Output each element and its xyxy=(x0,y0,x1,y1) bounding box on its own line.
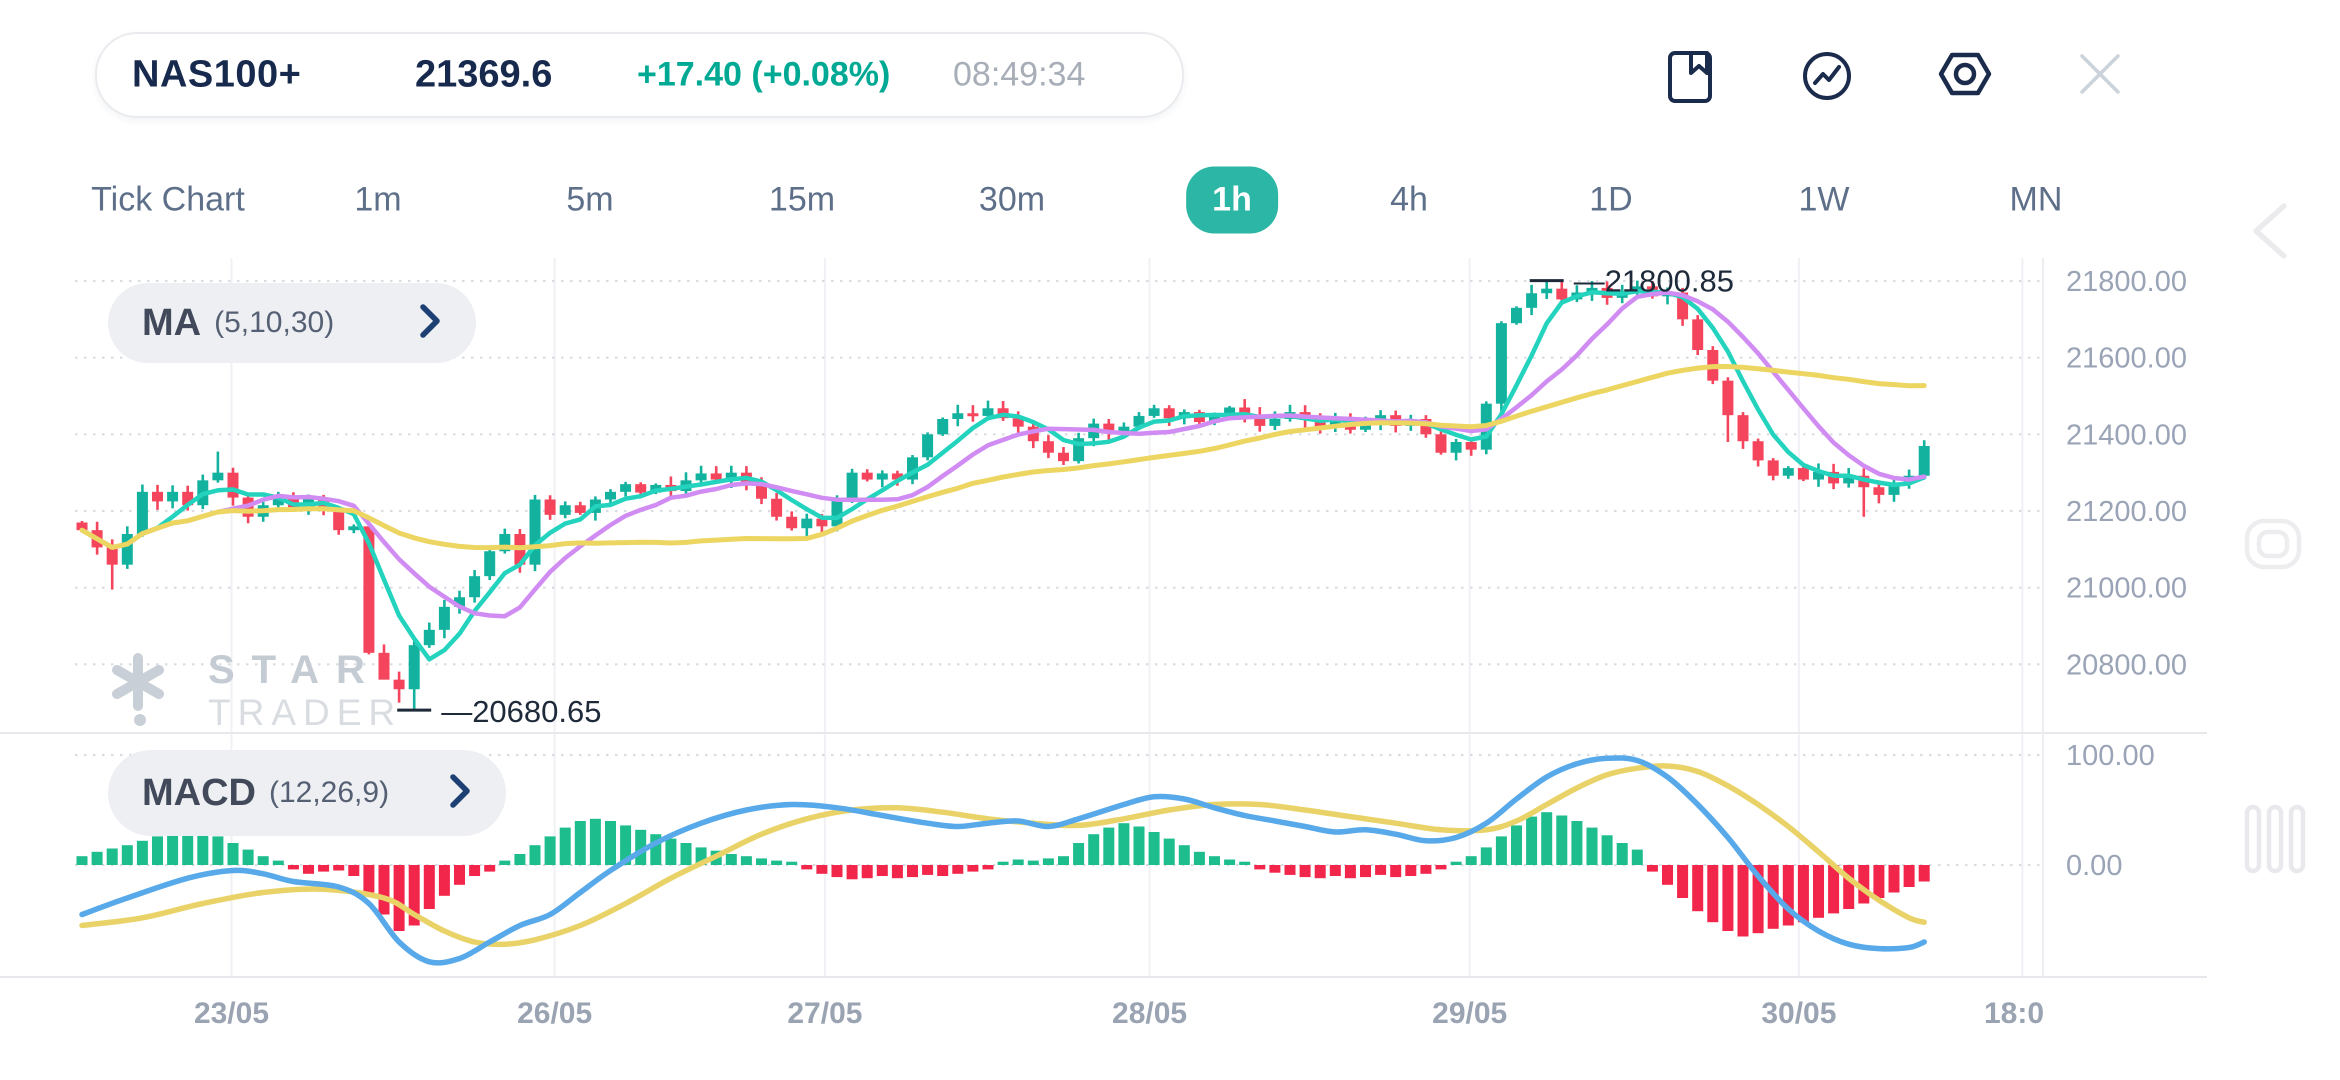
price-axis-label: 21600.00 xyxy=(2066,343,2187,375)
close-icon[interactable] xyxy=(2076,50,2124,103)
watermark-line2: TRADER xyxy=(208,692,402,734)
chevron-right-icon xyxy=(448,771,472,816)
tab-15m[interactable]: 15m xyxy=(769,181,835,220)
broker-watermark: STAR TRADER xyxy=(100,648,402,734)
price-axis-label: 21400.00 xyxy=(2066,419,2187,451)
date-label: 23/05 xyxy=(194,997,269,1030)
ma-params: (5,10,30) xyxy=(214,306,334,340)
tab-1m[interactable]: 1m xyxy=(354,181,401,220)
price-change: +17.40 (+0.08%) xyxy=(637,56,890,95)
symbol-header-pill[interactable]: NAS100+ 21369.6 +17.40 (+0.08%) 08:49:34 xyxy=(95,32,1184,118)
server-time: 08:49:34 xyxy=(953,56,1085,95)
frame-icon[interactable] xyxy=(2244,518,2302,575)
tab-30m[interactable]: 30m xyxy=(979,181,1045,220)
collapse-chevron-icon[interactable] xyxy=(2244,200,2302,267)
drawer-bars-icon[interactable] xyxy=(2244,804,2306,879)
price-axis-label: 21000.00 xyxy=(2066,573,2187,605)
date-label: 27/05 xyxy=(787,997,862,1030)
date-axis: 23/05 26/05 27/05 28/05 29/05 30/05 18:00 xyxy=(194,997,2061,1030)
macd-axis-label: 100.00 xyxy=(2066,740,2155,772)
symbol-name: NAS100+ xyxy=(132,54,301,97)
date-label: 30/05 xyxy=(1761,997,1836,1030)
bookmark-icon[interactable] xyxy=(1667,50,1713,109)
high-annotation: —21800.85 xyxy=(1574,264,1734,299)
macd-axis-label: 0.00 xyxy=(2066,850,2122,882)
tab-5m[interactable]: 5m xyxy=(566,181,613,220)
tab-4h[interactable]: 4h xyxy=(1390,181,1428,220)
tab-1d[interactable]: 1D xyxy=(1589,181,1632,220)
trend-circle-icon[interactable] xyxy=(1801,50,1853,107)
tab-1h[interactable]: 1h xyxy=(1186,167,1278,234)
chevron-right-icon xyxy=(418,301,442,346)
price-axis-label: 21800.00 xyxy=(2066,266,2187,298)
tab-1w[interactable]: 1W xyxy=(1799,181,1850,220)
low-annotation: —20680.65 xyxy=(441,694,601,729)
price-axis-label: 21200.00 xyxy=(2066,496,2187,528)
date-label: 26/05 xyxy=(517,997,592,1030)
ma-indicator-button[interactable]: MA (5,10,30) xyxy=(108,283,476,363)
date-label: 29/05 xyxy=(1432,997,1507,1030)
tab-tick-chart[interactable]: Tick Chart xyxy=(91,181,245,220)
macd-label: MACD xyxy=(142,772,256,815)
macd-params: (12,26,9) xyxy=(269,776,389,810)
watermark-line1: STAR xyxy=(208,648,402,692)
date-label: 18:00 xyxy=(1984,997,2061,1030)
star-logo-icon xyxy=(100,648,176,728)
timeframe-tabs: Tick Chart 1m 5m 15m 30m 1h 4h 1D 1W MN xyxy=(0,160,2340,240)
settings-nut-icon[interactable] xyxy=(1937,50,1993,103)
price-axis-label: 20800.00 xyxy=(2066,649,2187,681)
date-label: 28/05 xyxy=(1112,997,1187,1030)
macd-indicator-button[interactable]: MACD (12,26,9) xyxy=(108,750,506,836)
tab-mn[interactable]: MN xyxy=(2010,181,2063,220)
ma-label: MA xyxy=(142,302,201,345)
last-price: 21369.6 xyxy=(415,54,552,97)
trading-chart-screen: { "header": { "symbol": "NAS100+", "pric… xyxy=(0,0,2340,1080)
